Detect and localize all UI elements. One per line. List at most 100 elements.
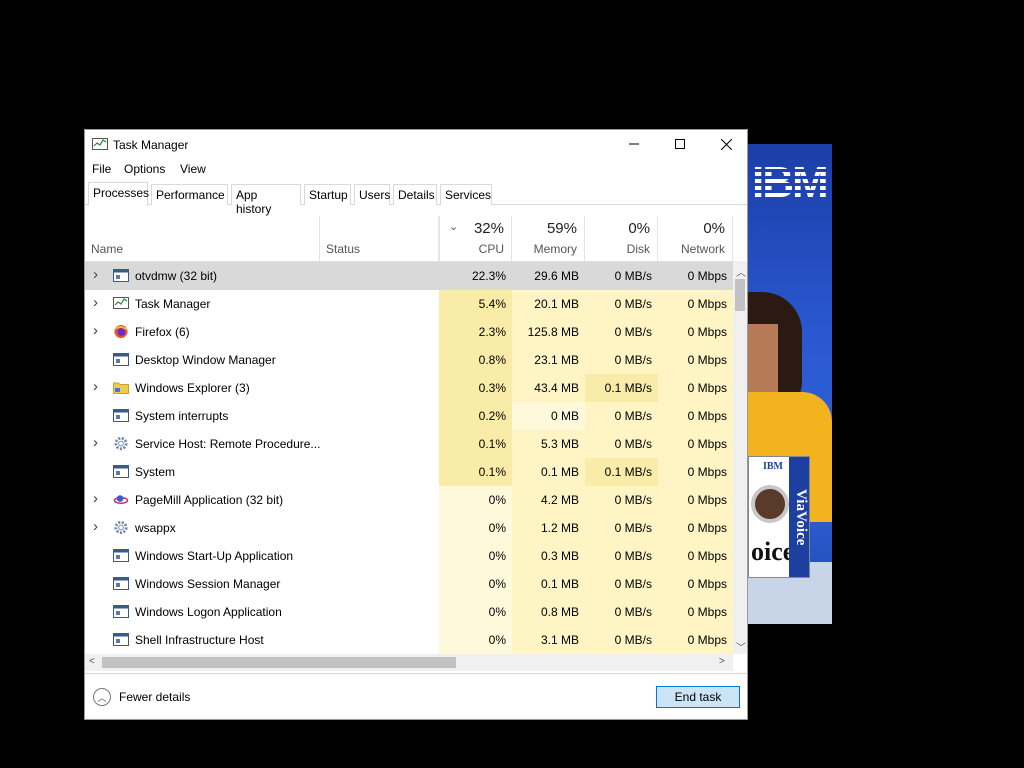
process-name: Windows Explorer (3): [135, 381, 250, 395]
memory-total: 59%: [546, 220, 577, 237]
process-list: › otvdmw (32 bit) 22.3% 29.6 MB 0 MB/s 0 Mbps…: [85, 261, 733, 654]
cpu-cell: 22.3%: [471, 269, 506, 283]
process-row[interactable]: › Service Host: Remote Procedure... 0.1% 5.…: [85, 430, 733, 458]
cpu-cell: 0.1%: [439, 430, 512, 458]
fewer-details-label: Fewer details: [119, 690, 191, 704]
menu-bar: File Options View: [85, 159, 747, 179]
menu-view[interactable]: View: [180, 162, 206, 176]
scroll-left-icon[interactable]: <: [89, 656, 95, 667]
process-row[interactable]: System interrupts 0.2% 0 MB 0 MB/s 0 Mbps: [85, 402, 733, 430]
sort-chevron-down-icon: ⌄: [449, 221, 459, 233]
process-row[interactable]: System 0.1% 0.1 MB 0.1 MB/s 0 Mbps: [85, 458, 733, 486]
tab-processes[interactable]: Processes: [88, 182, 149, 206]
expand-chevron-icon[interactable]: ›: [93, 490, 103, 507]
maximize-icon: [675, 139, 685, 149]
network-cell: 0 Mbps: [658, 598, 733, 626]
expand-chevron-icon[interactable]: ›: [93, 266, 103, 283]
expand-chevron-icon[interactable]: ›: [93, 322, 103, 339]
memory-cell: 23.1 MB: [512, 346, 585, 374]
process-row[interactable]: Windows Logon Application 0% 0.8 MB 0 MB/s 0…: [85, 598, 733, 626]
tab-startup[interactable]: Startup: [304, 184, 351, 205]
menu-file[interactable]: File: [92, 162, 111, 176]
network-label: Network: [680, 242, 725, 256]
scroll-right-icon[interactable]: >: [719, 656, 725, 667]
cpu-cell: 0%: [439, 542, 512, 570]
memory-cell: 0.1 MB: [512, 458, 585, 486]
memory-cell: 3.1 MB: [512, 626, 585, 654]
pagemill-icon: [113, 492, 129, 507]
menu-options[interactable]: Options: [124, 162, 165, 176]
process-row[interactable]: › wsappx 0% 1.2 MB 0 MB/s 0 Mbps: [85, 514, 733, 542]
network-cell: 0 Mbps: [658, 374, 733, 402]
horizontal-scrollbar[interactable]: < >: [85, 654, 733, 671]
process-row[interactable]: Windows Session Manager 0% 0.1 MB 0 MB/s 0 M…: [85, 570, 733, 598]
process-row[interactable]: › Task Manager 5.4% 20.1 MB 0 MB/s 0 Mbps: [85, 290, 733, 318]
process-row[interactable]: › Windows Explorer (3) 0.3% 43.4 MB 0.1 MB/s…: [85, 374, 733, 402]
firefox-icon: [113, 324, 129, 339]
tab-app-history[interactable]: App history: [231, 184, 301, 216]
disk-label: Disk: [626, 242, 650, 256]
memory-cell: 4.2 MB: [512, 486, 585, 514]
cpu-total: 32%: [473, 220, 504, 237]
footer: ︿ Fewer details End task: [85, 673, 747, 719]
process-row[interactable]: › otvdmw (32 bit) 22.3% 29.6 MB 0 MB/s 0 Mbps: [85, 262, 733, 290]
process-row[interactable]: › PageMill Application (32 bit) 0% 4.2 MB 0 …: [85, 486, 733, 514]
column-disk[interactable]: 0% Disk: [585, 216, 658, 261]
expand-chevron-icon[interactable]: ›: [93, 378, 103, 395]
column-name-label: Name: [91, 242, 124, 256]
maximize-button[interactable]: [657, 130, 703, 158]
scroll-down-icon[interactable]: ﹀: [736, 639, 746, 654]
cpu-cell: 0%: [439, 486, 512, 514]
cpu-cell: 2.3%: [439, 318, 512, 346]
ibm-logo: IBM: [752, 158, 829, 207]
title-bar[interactable]: Task Manager: [85, 130, 747, 158]
task-manager-window: Task Manager File Options View Processes…: [84, 129, 748, 720]
expand-chevron-icon[interactable]: ›: [93, 294, 103, 311]
process-row[interactable]: Shell Infrastructure Host 0% 3.1 MB 0 MB/s 0…: [85, 626, 733, 654]
tab-services[interactable]: Services: [440, 184, 492, 205]
memory-cell: 20.1 MB: [512, 290, 585, 318]
process-row[interactable]: Desktop Window Manager 0.8% 23.1 MB 0 MB/s 0…: [85, 346, 733, 374]
minimize-button[interactable]: [611, 130, 657, 158]
memory-cell: 43.4 MB: [512, 374, 585, 402]
network-cell: 0 Mbps: [658, 626, 733, 654]
disk-total: 0%: [628, 220, 650, 237]
cpu-cell: 0.8%: [439, 346, 512, 374]
app-window-icon: [113, 464, 129, 479]
cpu-cell: 0%: [439, 514, 512, 542]
folder-icon: [113, 380, 129, 395]
column-cpu[interactable]: ⌄ 32% CPU: [439, 216, 512, 261]
process-name: System: [135, 465, 176, 479]
scroll-up-icon[interactable]: ︿: [736, 264, 746, 279]
horizontal-scroll-thumb[interactable]: [102, 657, 456, 668]
close-button[interactable]: [703, 130, 749, 158]
disk-cell: 0 MB/s: [585, 430, 658, 458]
end-task-button[interactable]: End task: [656, 686, 740, 708]
expand-chevron-icon[interactable]: ›: [93, 518, 103, 535]
column-status[interactable]: Status: [320, 216, 439, 261]
column-header-row: Name Status ⌄ 32% CPU 59% Memory 0% Disk…: [85, 216, 747, 261]
tab-users[interactable]: Users: [354, 184, 390, 205]
box-spine-title: ViaVoice: [789, 457, 809, 577]
vertical-scrollbar[interactable]: ︿ ﹀: [733, 261, 747, 654]
process-row[interactable]: Windows Start-Up Application 0% 0.3 MB 0 MB…: [85, 542, 733, 570]
column-network[interactable]: 0% Network: [658, 216, 733, 261]
minimize-icon: [629, 143, 639, 145]
process-row[interactable]: › Firefox (6) 2.3% 125.8 MB 0 MB/s 0 Mbps: [85, 318, 733, 346]
disk-cell: 0 MB/s: [585, 290, 658, 318]
tab-details[interactable]: Details: [393, 184, 437, 205]
background-ad-window: IBM IBM oice ViaVoice: [748, 144, 832, 624]
app-window-icon: [113, 352, 129, 367]
fewer-details-button[interactable]: ︿ Fewer details: [93, 688, 190, 706]
process-name: Service Host: Remote Procedure...: [135, 437, 321, 451]
vertical-scroll-thumb[interactable]: [735, 279, 745, 311]
memory-cell: 1.2 MB: [512, 514, 585, 542]
expand-chevron-icon[interactable]: ›: [93, 434, 103, 451]
column-name[interactable]: Name: [85, 216, 320, 261]
tab-performance[interactable]: Performance: [151, 184, 228, 205]
process-name: Task Manager: [135, 297, 211, 311]
network-cell: 0 Mbps: [658, 570, 733, 598]
app-window-icon: [113, 408, 129, 423]
column-memory[interactable]: 59% Memory: [512, 216, 585, 261]
disk-cell: 0 MB/s: [585, 598, 658, 626]
